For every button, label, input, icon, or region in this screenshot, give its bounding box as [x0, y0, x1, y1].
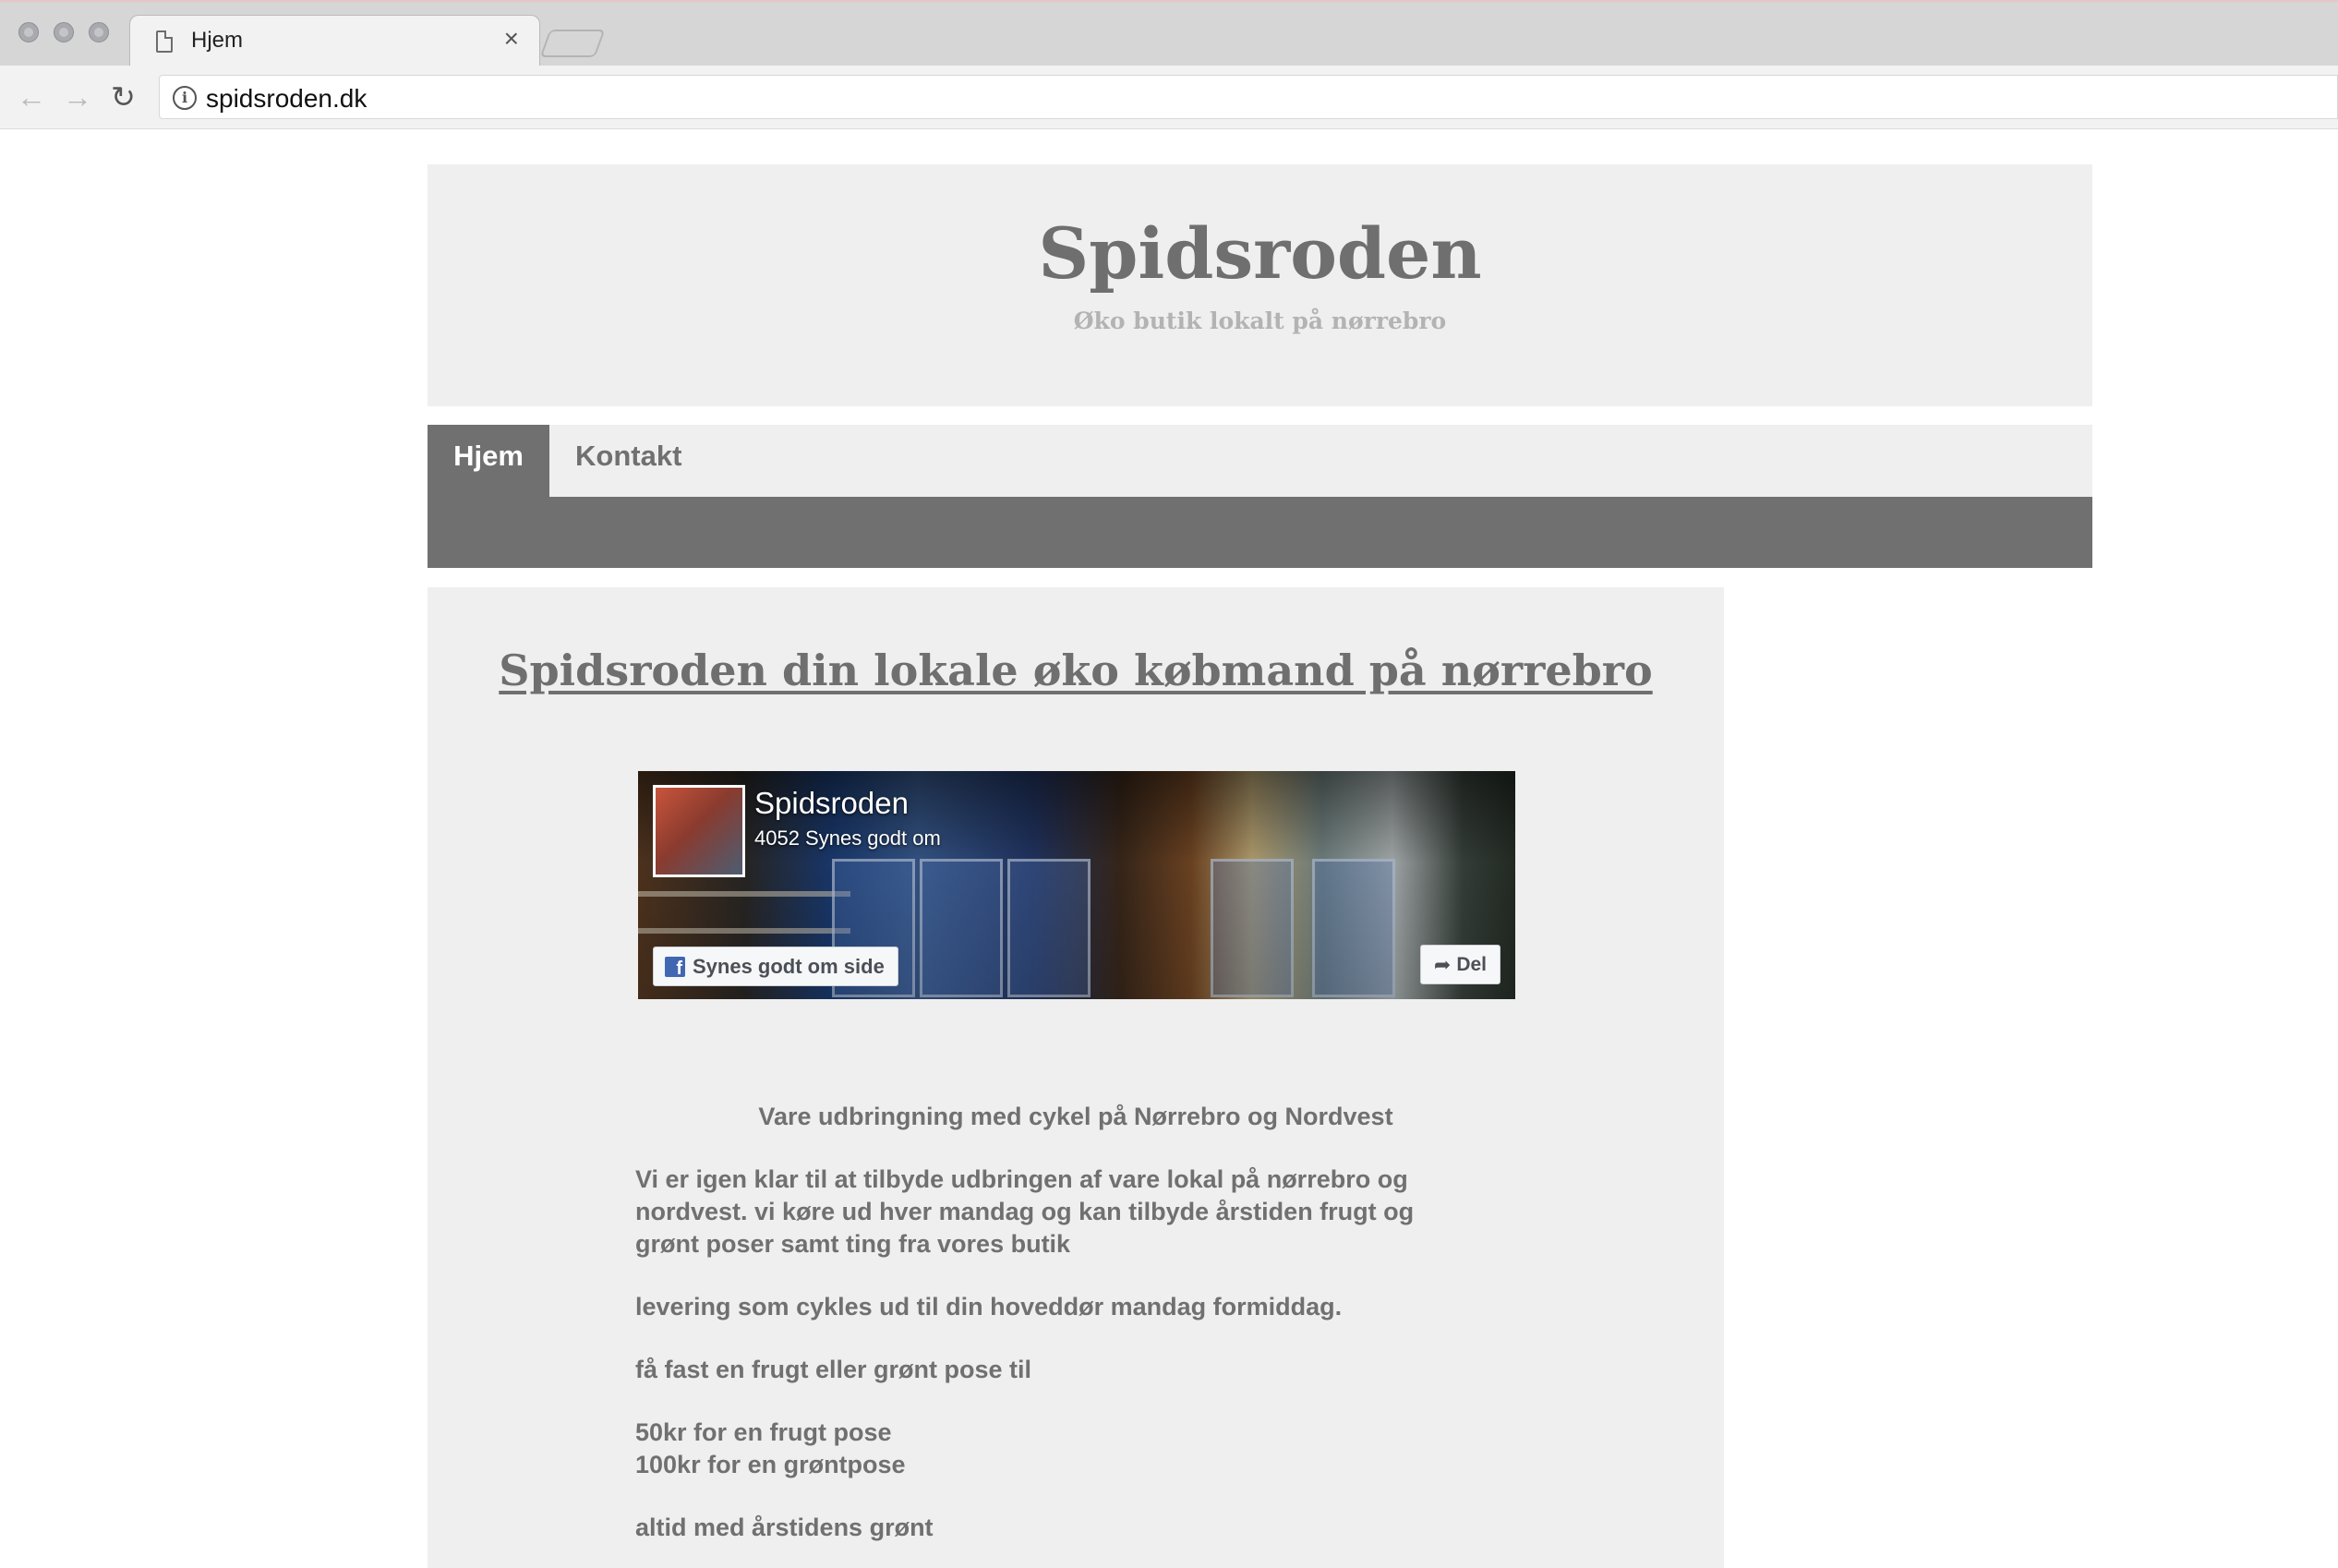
main-content: Spidsroden din lokale øko købmand på nør… [428, 587, 1724, 1568]
delivery-time-text: levering som cykles ud til din hoveddør … [635, 1293, 1343, 1321]
facebook-like-count: 4052 Synes godt om [754, 826, 941, 850]
facebook-share-button[interactable]: ➦ Del [1419, 945, 1500, 984]
tab-close-icon[interactable]: × [504, 25, 519, 53]
browser-toolbar: ← → ↻ i spidsroden.dk [0, 66, 2338, 129]
paragraph-line: nordvest. vi køre ud hver mandag og kan … [635, 1198, 1415, 1225]
site-info-icon[interactable]: i [173, 86, 197, 110]
facebook-page-name[interactable]: Spidsroden [754, 786, 909, 821]
price-line: 100kr for en grøntpose [635, 1451, 906, 1478]
facebook-share-label: Del [1456, 953, 1487, 975]
tab-title: Hjem [191, 28, 244, 53]
document-icon [156, 30, 173, 53]
site-tagline: Øko butik lokalt på nørrebro [1073, 308, 1447, 334]
nav-band [428, 497, 2092, 568]
share-arrow-icon: ➦ [1433, 952, 1452, 976]
browser-tab-hjem[interactable]: Hjem × [129, 15, 540, 67]
browser-tab-bar: Hjem × [0, 0, 2338, 67]
window-close-button[interactable] [18, 22, 39, 42]
facebook-like-button[interactable]: f Synes godt om side [653, 947, 898, 986]
facebook-page-widget[interactable]: Spidsroden 4052 Synes godt om f Synes go… [638, 771, 1515, 999]
paragraph-line: grønt poser samt ting fra vores butik [635, 1230, 1071, 1258]
nav-item-hjem[interactable]: Hjem [428, 425, 549, 497]
reload-icon[interactable]: ↻ [111, 80, 136, 114]
forward-arrow-icon[interactable]: → [63, 80, 92, 114]
seasonal-text: altid med årstidens grønt [635, 1514, 934, 1541]
window-zoom-button[interactable] [89, 22, 109, 42]
url-text[interactable]: spidsroden.dk [206, 84, 367, 114]
facebook-like-label: Synes godt om side [693, 954, 885, 978]
page-heading[interactable]: Spidsroden din lokale øko købmand på nør… [428, 645, 1724, 695]
subscription-text: få fast en frugt eller grønt pose til [635, 1356, 1032, 1383]
window-minimize-button[interactable] [54, 22, 74, 42]
price-line: 50kr for en frugt pose [635, 1418, 892, 1446]
facebook-profile-picture[interactable] [653, 785, 745, 877]
back-arrow-icon[interactable]: ← [17, 80, 46, 114]
main-navigation: Hjem Kontakt [428, 425, 2092, 497]
new-tab-button[interactable] [539, 30, 606, 57]
nav-item-kontakt[interactable]: Kontakt [575, 425, 681, 497]
site-title[interactable]: Spidsroden [428, 212, 2092, 295]
paragraph-line: Vi er igen klar til at tilbyde udbringen… [635, 1165, 1408, 1193]
facebook-logo-icon: f [665, 956, 685, 977]
delivery-subheading: Vare udbringning med cykel på Nørrebro o… [758, 1103, 1393, 1130]
site-header: Spidsroden Øko butik lokalt på nørrebro [428, 164, 2092, 406]
address-bar[interactable]: i spidsroden.dk [159, 75, 2338, 119]
